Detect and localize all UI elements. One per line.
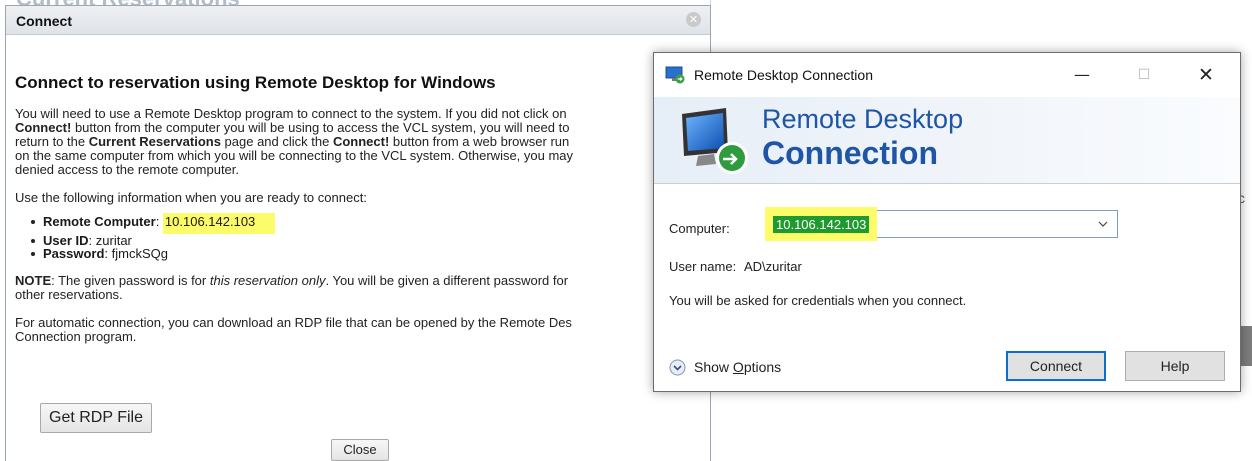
remote-desktop-window: Remote Desktop Connection — ☐ ✕ Remote D…	[653, 52, 1241, 392]
connect-dialog-titlebar: Connect ✕	[6, 6, 710, 35]
username-value: AD\zuritar	[744, 259, 802, 274]
chevron-down-icon[interactable]	[1097, 218, 1109, 230]
connect-button[interactable]: Connect	[1006, 351, 1106, 381]
expand-options-icon[interactable]	[669, 359, 686, 376]
connection-info-password: Password: fjmckSQg	[31, 246, 695, 261]
background-scroll-block	[1241, 326, 1252, 366]
connect-dialog-title: Connect	[16, 13, 72, 29]
connect-dialog: Connect ✕ Connect to reservation using R…	[5, 5, 711, 461]
ready-to-connect-text: Use the following information when you a…	[15, 190, 367, 205]
rdp-window-title: Remote Desktop Connection	[694, 67, 873, 83]
dialog-close-icon[interactable]: ✕	[686, 12, 701, 27]
computer-label: Computer:	[669, 221, 730, 236]
monitor-connection-icon	[682, 108, 748, 174]
maximize-icon[interactable]: ☐	[1122, 61, 1166, 89]
banner-title-line1: Remote Desktop	[762, 104, 964, 134]
instructions-line: Connect! button from the computer you wi…	[15, 120, 570, 135]
get-rdp-file-button[interactable]: Get RDP File	[40, 403, 152, 433]
username-label: User name:	[669, 259, 737, 274]
connect-dialog-body: Connect to reservation using Remote Desk…	[15, 35, 695, 344]
computer-combobox[interactable]: 10.106.142.103	[765, 207, 1118, 241]
instructions-line: You will need to use a Remote Desktop pr…	[15, 106, 567, 121]
rdp-titlebar: Remote Desktop Connection — ☐ ✕	[654, 53, 1240, 97]
connection-info-list: Remote Computer: 10.106.142.103 User ID:…	[31, 213, 695, 261]
banner-title-line2: Connection	[762, 135, 938, 171]
connection-info-remote-computer: Remote Computer: 10.106.142.103	[31, 213, 695, 234]
remote-desktop-app-icon	[665, 66, 685, 84]
remote-computer-ip: 10.106.142.103	[162, 213, 276, 234]
help-button[interactable]: Help	[1125, 351, 1225, 381]
password-note: NOTE: The given password is for this res…	[15, 273, 569, 302]
window-close-icon[interactable]: ✕	[1184, 61, 1228, 89]
info-label: Password	[43, 246, 105, 261]
instructions-line: denied access to the remote computer.	[15, 162, 240, 177]
password-value: fjmckSQg	[111, 246, 168, 261]
rdp-banner: Remote Desktop Connection	[654, 97, 1240, 184]
connect-heading: Connect to reservation using Remote Desk…	[15, 73, 496, 92]
close-button[interactable]: Close	[331, 439, 389, 461]
instructions-line: return to the Current Reservations page …	[15, 134, 570, 149]
credentials-note: You will be asked for credentials when y…	[669, 293, 967, 308]
computer-combobox-value[interactable]: 10.106.142.103	[773, 216, 870, 233]
show-options-link[interactable]: Show Options	[694, 359, 781, 375]
instructions-line: on the same computer from which you will…	[15, 148, 574, 163]
instructions-paragraph: You will need to use a Remote Desktop pr…	[15, 107, 695, 177]
minimize-icon[interactable]: —	[1060, 61, 1104, 89]
rdp-file-paragraph: For automatic connection, you can downlo…	[15, 315, 572, 344]
info-label: Remote Computer	[43, 214, 156, 229]
